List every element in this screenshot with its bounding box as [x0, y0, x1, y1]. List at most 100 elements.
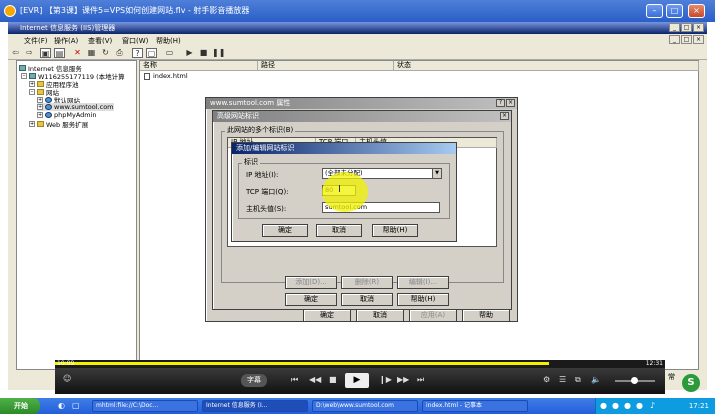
properties-apply-button[interactable]: 应用(A) — [409, 309, 457, 322]
up-icon[interactable]: ▣ — [40, 48, 51, 58]
child-restore-button[interactable]: □ — [681, 35, 692, 44]
properties-cancel-button[interactable]: 取消 — [356, 309, 404, 322]
tray-icon[interactable]: ● — [624, 401, 631, 410]
menu-action[interactable]: 操作(A) — [54, 36, 78, 46]
clock: 17:21 — [688, 402, 709, 410]
refresh-icon[interactable]: ↻ — [100, 48, 111, 58]
tree-label: Web 服务扩展 — [46, 121, 89, 129]
tree-item-phpmyadmin[interactable]: + phpMyAdmin — [37, 111, 97, 119]
speaker-icon[interactable]: ♪ — [650, 401, 655, 410]
forward-icon[interactable]: ⇨ — [24, 48, 35, 58]
volume-icon[interactable]: 🔈 — [591, 375, 601, 384]
toolbar: ⇦ ⇨ ▣ ▤ ✕ ▦ ↻ ⎙ ? ▢ ▭ ▶ ■ ❚❚ — [8, 46, 707, 60]
player-badge-icon[interactable]: S — [682, 374, 700, 392]
advanced-help-button[interactable]: 帮助(H) — [397, 293, 449, 306]
advanced-cancel-button[interactable]: 取消 — [341, 293, 393, 306]
time-total: 12:31 — [645, 360, 663, 367]
quick-launch-icon[interactable]: ◐ — [58, 401, 65, 410]
tree-item-sumtool[interactable]: + www.sumtool.com — [37, 103, 114, 111]
tree-item-web-ext[interactable]: + Web 服务扩展 — [29, 119, 88, 129]
close-button[interactable]: × — [688, 4, 705, 18]
subtitle-button[interactable]: 字幕 — [241, 374, 267, 387]
advanced-title-text: 高级网站标识 — [217, 112, 259, 120]
step-forward-icon[interactable]: ❙▶ — [379, 375, 392, 384]
dialog-help-button[interactable]: ? — [496, 99, 505, 107]
properties-help-button[interactable]: 帮助 — [462, 309, 510, 322]
play-button[interactable]: ▶ — [345, 373, 369, 388]
tray-icon[interactable]: ● — [612, 401, 619, 410]
properties-icon[interactable]: ▦ — [86, 48, 97, 58]
task-iis[interactable]: Internet 信息服务 (I... — [202, 400, 308, 412]
start-button[interactable]: 开始 — [0, 398, 40, 414]
menu-view[interactable]: 查看(V) — [88, 36, 112, 46]
remove-button[interactable]: 删除(R) — [341, 276, 393, 289]
task-explorer[interactable]: D:\web\www.sumtool.com — [312, 400, 418, 412]
identity-group-label: 标识 — [242, 157, 260, 167]
iis-maximize-button[interactable]: □ — [681, 23, 692, 32]
column-status[interactable]: 状态 — [394, 61, 699, 71]
settings-icon[interactable]: ⚙ — [543, 375, 550, 384]
tray-icon[interactable]: ● — [636, 401, 643, 410]
cursor-highlight — [322, 172, 368, 212]
menu-help[interactable]: 帮助(H) — [156, 36, 181, 46]
stop-icon[interactable]: ■ — [329, 375, 337, 384]
iis-close-button[interactable]: × — [693, 23, 704, 32]
host-label: 主机头值(S): — [246, 205, 287, 213]
add-button[interactable]: 添加(D)... — [285, 276, 337, 289]
player-title: [EVR] 【第3课】课件5=VPS如何创建网站.flv - 射手影音播放器 — [20, 6, 250, 15]
quick-launch-icon[interactable]: ▢ — [72, 401, 80, 410]
help-icon[interactable]: ? — [132, 48, 143, 58]
child-close-button[interactable]: × — [693, 35, 704, 44]
video-progress-bar[interactable]: 10:09 12:31 — [55, 360, 665, 368]
collapse-icon[interactable]: – — [21, 73, 27, 79]
task-notepad[interactable]: index.html - 记事本 — [422, 400, 528, 412]
expand-icon[interactable]: + — [37, 104, 43, 110]
edit-dialog-title: 添加/编辑网站标识 — [232, 143, 456, 154]
dialog-close-button[interactable]: × — [506, 99, 515, 107]
expand-icon[interactable]: + — [37, 112, 43, 118]
column-name[interactable]: 名称 — [140, 61, 258, 71]
website-icon — [45, 112, 52, 118]
menu-file[interactable]: 文件(F) — [24, 36, 48, 46]
start-icon[interactable]: ▶ — [184, 48, 195, 58]
collapse-icon[interactable]: – — [29, 89, 35, 95]
rewind-icon[interactable]: ◀◀ — [309, 375, 321, 384]
child-minimize-button[interactable]: _ — [669, 35, 680, 44]
column-path[interactable]: 路径 — [258, 61, 394, 71]
iis-minimize-button[interactable]: _ — [669, 23, 680, 32]
cut-off-text: 常 — [668, 373, 675, 381]
edit-ok-button[interactable]: 确定 — [262, 224, 308, 237]
screen-icon[interactable]: ⧉ — [575, 375, 581, 385]
edit-button[interactable]: 编辑(I)... — [397, 276, 449, 289]
menu-window[interactable]: 窗口(W) — [122, 36, 148, 46]
dropdown-arrow-icon[interactable]: ▼ — [432, 169, 441, 178]
edit-title-text: 添加/编辑网站标识 — [236, 144, 295, 152]
pause-icon[interactable]: ❚❚ — [212, 48, 225, 58]
minimize-button[interactable]: – — [646, 4, 663, 18]
list-item[interactable]: index.html — [144, 72, 188, 80]
expand-icon[interactable]: + — [29, 121, 35, 127]
export-icon[interactable]: ⎙ — [114, 48, 125, 58]
advanced-ok-button[interactable]: 确定 — [285, 293, 337, 306]
maximize-button[interactable]: □ — [666, 4, 683, 18]
identities-group-label: 此网站的多个标识(B) — [225, 125, 296, 135]
delete-icon[interactable]: ✕ — [72, 48, 83, 58]
stop-icon[interactable]: ■ — [198, 48, 209, 58]
prev-file-icon[interactable]: ⏮ — [291, 375, 298, 385]
next-file-icon[interactable]: ⏭ — [417, 375, 424, 385]
edit-cancel-button[interactable]: 取消 — [316, 224, 362, 237]
back-icon[interactable]: ⇦ — [10, 48, 21, 58]
fast-forward-icon[interactable]: ▶▶ — [397, 375, 409, 384]
advanced-dialog-title: 高级网站标识 × — [213, 111, 511, 122]
properties-ok-button[interactable]: 确定 — [303, 309, 351, 322]
advanced-close-button[interactable]: × — [500, 112, 509, 120]
show-hide-tree-icon[interactable]: ▤ — [54, 48, 65, 58]
computer-icon[interactable]: ▭ — [164, 48, 175, 58]
task-mhtml[interactable]: mhtml:file://C:\Doc... — [92, 400, 198, 412]
volume-knob[interactable] — [631, 377, 638, 384]
user-icon[interactable]: ☺ — [63, 374, 71, 383]
tray-icon[interactable]: ● — [600, 401, 607, 410]
window-icon[interactable]: ▢ — [146, 48, 157, 58]
edit-help-button[interactable]: 帮助(H) — [372, 224, 418, 237]
playlist-icon[interactable]: ☰ — [559, 375, 566, 384]
